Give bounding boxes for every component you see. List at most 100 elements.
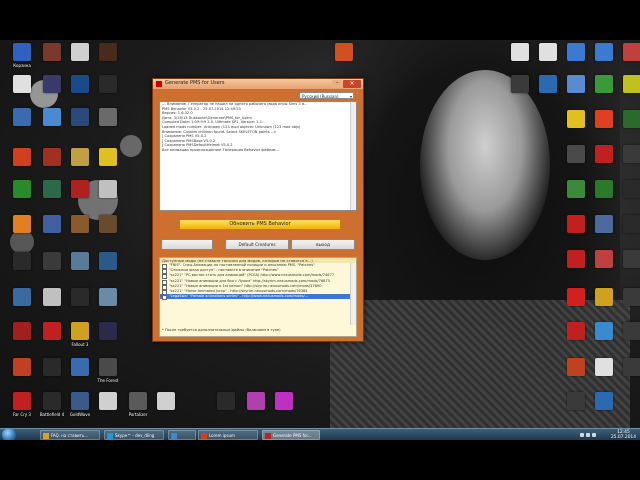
update-pms-button[interactable]: Обновить PMS Behavior: [179, 219, 341, 230]
app-shortcut-icon: [539, 43, 557, 61]
app-shortcut-icon: [99, 288, 117, 306]
app-shortcut-icon: [13, 215, 31, 233]
app-shortcut-icon: [13, 392, 31, 410]
desktop-icon[interactable]: [612, 215, 640, 255]
app-shortcut-icon: [71, 180, 89, 198]
taskbar-button[interactable]: Generate PMS for...: [262, 430, 320, 440]
desktop-icon[interactable]: [612, 75, 640, 115]
app-shortcut-icon: [595, 145, 613, 163]
app-shortcut-icon: [567, 288, 585, 306]
secondary-button[interactable]: [161, 239, 213, 250]
app-shortcut-icon: [43, 358, 61, 376]
desktop-icon[interactable]: [612, 110, 640, 150]
mods-scrollbar[interactable]: [350, 263, 356, 325]
app-shortcut-icon: [595, 43, 613, 61]
app-shortcut-icon: [99, 322, 117, 340]
app-shortcut-icon: [99, 148, 117, 166]
app-shortcut-icon: [623, 110, 640, 128]
app-shortcut-icon: [595, 215, 613, 233]
app-shortcut-icon: [567, 145, 585, 163]
app-shortcut-icon: [623, 358, 640, 376]
app-shortcut-icon: [511, 43, 529, 61]
window-titlebar[interactable]: Generate PMS for Users – ✕: [153, 79, 363, 89]
app-shortcut-icon: [43, 288, 61, 306]
taskbar-button[interactable]: [168, 430, 196, 440]
taskbar-button[interactable]: Lorem ipsum: [198, 430, 258, 440]
desktop-icon[interactable]: [612, 322, 640, 362]
desktop-icon[interactable]: [88, 215, 128, 255]
app-shortcut-icon: [43, 148, 61, 166]
window-title: Generate PMS for Users: [165, 80, 225, 86]
app-shortcut-icon: [595, 358, 613, 376]
app-shortcut-icon: [43, 180, 61, 198]
minimize-button[interactable]: –: [332, 80, 342, 88]
app-shortcut-icon: [623, 215, 640, 233]
app-shortcut-icon: [567, 322, 585, 340]
app-shortcut-icon: [99, 252, 117, 270]
app-shortcut-icon: [511, 75, 529, 93]
default-creatures-button[interactable]: Default Creatures: [225, 239, 289, 250]
taskbar-button-label: FAQ. на ставить...: [51, 433, 89, 438]
taskbar-button[interactable]: FAQ. на ставить...: [40, 430, 100, 440]
app-shortcut-icon: [247, 392, 265, 410]
app-shortcut-icon: [13, 180, 31, 198]
app-shortcut-icon: [595, 75, 613, 93]
log-scrollbar[interactable]: [350, 102, 356, 210]
app-shortcut-icon: [567, 75, 585, 93]
close-button[interactable]: ✕: [343, 80, 361, 88]
chevron-down-icon: ▾: [349, 94, 352, 99]
app-shortcut-icon: [567, 358, 585, 376]
app-shortcut-icon: [595, 288, 613, 306]
app-shortcut-icon: [595, 180, 613, 198]
mod-label: "sx221" "PC восток стать для анимаций" (…: [169, 273, 335, 278]
letterbox-top: [0, 0, 640, 40]
app-shortcut-icon: [71, 75, 89, 93]
desktop-icon[interactable]: [88, 252, 128, 292]
mod-checkbox[interactable]: [162, 295, 167, 301]
app-shortcut-icon: [567, 110, 585, 128]
app-shortcut-icon: [13, 75, 31, 93]
desktop-icon[interactable]: [264, 392, 304, 432]
app-shortcut-icon: [71, 215, 89, 233]
volume-icon[interactable]: [592, 433, 596, 437]
desktop-icon[interactable]: [584, 392, 624, 432]
app-shortcut-icon: [623, 145, 640, 163]
mod-list-item[interactable]: "LegaSwa" "Female animations series" - h…: [160, 294, 356, 301]
app-shortcut-icon: [43, 252, 61, 270]
app-shortcut-icon: [71, 43, 89, 61]
app-shortcut-icon: [71, 392, 89, 410]
app-icon: [156, 81, 162, 87]
network-icon[interactable]: [586, 433, 590, 437]
taskbar-app-icon: [201, 433, 207, 439]
desktop-icon[interactable]: [612, 145, 640, 185]
app-shortcut-icon: [157, 392, 175, 410]
app-shortcut-icon: [43, 322, 61, 340]
desktop-icon[interactable]: [324, 43, 364, 83]
app-shortcut-icon: [623, 180, 640, 198]
language-select[interactable]: Русский (Russian) ▾: [299, 92, 354, 99]
app-shortcut-icon: [71, 108, 89, 126]
desktop-icon[interactable]: [88, 108, 128, 148]
tray-icon[interactable]: [580, 433, 584, 437]
app-shortcut-icon: [13, 288, 31, 306]
desktop-icon[interactable]: [88, 322, 128, 362]
mod-label: "LegaSwa" "Female animations series" - h…: [169, 294, 308, 299]
pms-generator-window: Generate PMS for Users – ✕ Русский (Russ…: [152, 78, 364, 342]
desktop-icon[interactable]: [88, 180, 128, 220]
app-shortcut-icon: [99, 358, 117, 376]
app-shortcut-icon: [71, 288, 89, 306]
desktop-icon[interactable]: [146, 392, 186, 432]
taskbar-button[interactable]: Skype™ - dev_dling: [104, 430, 164, 440]
desktop-icon[interactable]: [612, 250, 640, 290]
app-shortcut-icon: [595, 392, 613, 410]
log-textbox[interactable]: --- Внимание. Генератор не нашел ни одно…: [159, 101, 357, 211]
clock[interactable]: 12:45 25.07.2014: [611, 430, 636, 440]
app-shortcut-icon: [623, 288, 640, 306]
desktop-icon[interactable]: [612, 180, 640, 220]
taskbar-button-label: Generate PMS for...: [273, 433, 312, 438]
app-shortcut-icon: [567, 180, 585, 198]
app-shortcut-icon: [13, 108, 31, 126]
exit-button[interactable]: выход: [291, 239, 355, 250]
app-shortcut-icon: [595, 250, 613, 268]
mods-list[interactable]: Доступные моды (не ставьте галочки для м…: [159, 257, 357, 337]
